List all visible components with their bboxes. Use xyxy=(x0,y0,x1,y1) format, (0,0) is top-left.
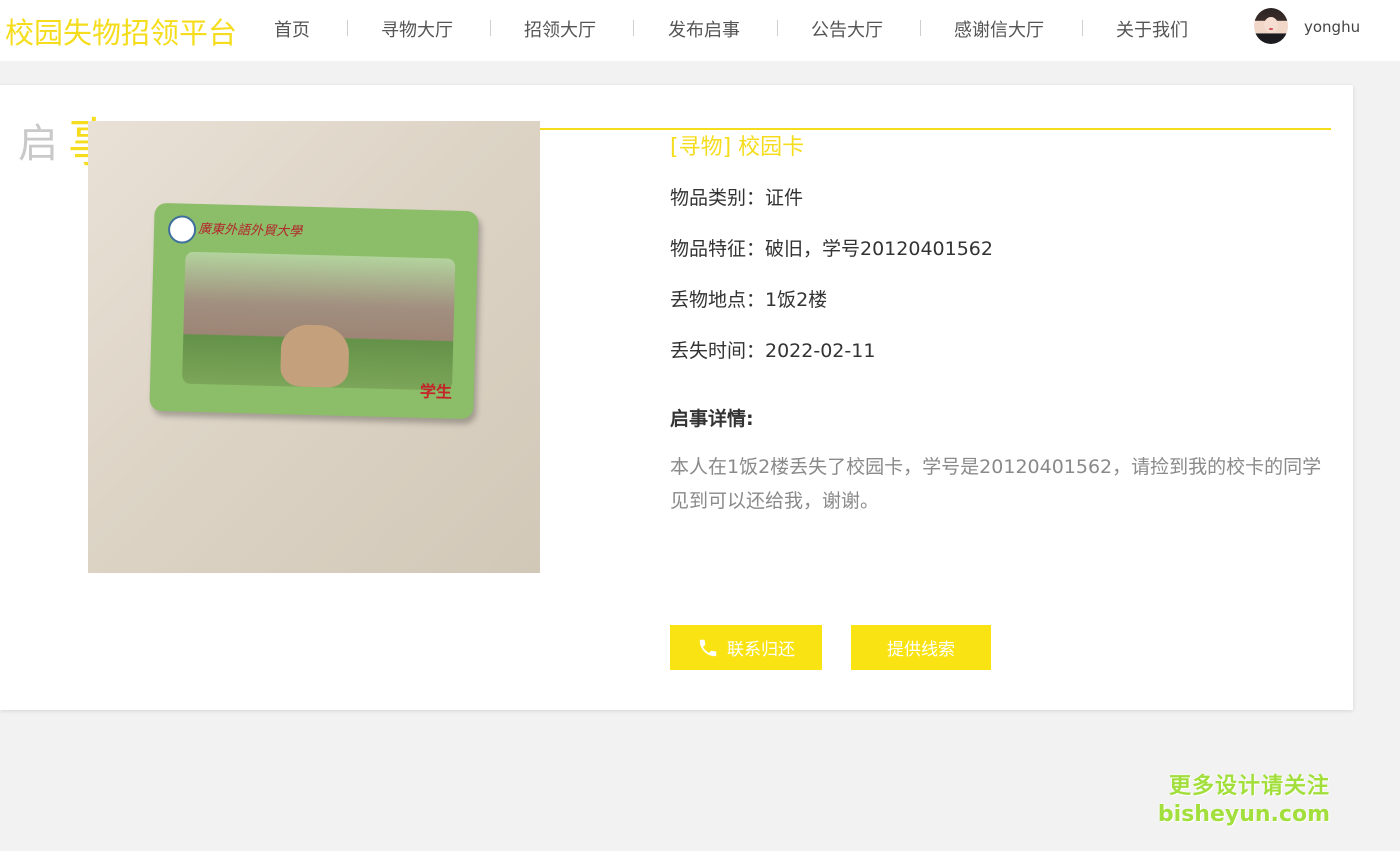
nav-found-hall[interactable]: 招领大厅 xyxy=(524,16,596,42)
nav-divider xyxy=(777,20,778,36)
detail-text: 本人在1饭2楼丢失了校园卡，学号是20120401562，请捡到我的校卡的同学见… xyxy=(670,456,1322,512)
avatar[interactable] xyxy=(1254,8,1288,44)
nav-divider xyxy=(490,20,491,36)
nav-home[interactable]: 首页 xyxy=(274,16,310,42)
campus-card-image: 廣東外語外貿大學 学生 xyxy=(149,202,479,420)
nav-divider xyxy=(920,20,921,36)
nav-lost-hall[interactable]: 寻物大厅 xyxy=(381,16,453,42)
top-navigation-bar: 校园失物招领平台 首页 寻物大厅 招领大厅 发布启事 公告大厅 感谢信大厅 关于… xyxy=(0,0,1400,61)
contact-return-label: 联系归还 xyxy=(727,640,795,659)
nav-about-us[interactable]: 关于我们 xyxy=(1116,16,1188,42)
avatar-lip xyxy=(1269,28,1273,30)
university-logo-icon xyxy=(167,215,197,244)
nav-divider xyxy=(1082,20,1083,36)
card-student-label: 学生 xyxy=(419,381,453,402)
nav-divider xyxy=(347,20,348,36)
watermark-line-1: 更多设计请关注 xyxy=(1168,774,1330,799)
username[interactable]: yonghu xyxy=(1304,18,1360,36)
watermark: 更多设计请关注 bisheyun.com xyxy=(1158,773,1330,829)
site-brand[interactable]: 校园失物招领平台 xyxy=(5,10,237,52)
item-lost-time: 丢失时间：2022-02-11 xyxy=(670,340,876,362)
item-features: 物品特征：破旧，学号20120401562 xyxy=(670,238,993,260)
provide-clue-label: 提供线索 xyxy=(887,640,955,659)
section-title-char-1: 启 xyxy=(18,121,58,167)
nav-publish-notice[interactable]: 发布启事 xyxy=(668,16,740,42)
item-location: 丢物地点：1饭2楼 xyxy=(670,289,828,311)
item-category: 物品类别：证件 xyxy=(670,187,804,209)
nav-thanks-letter-hall[interactable]: 感谢信大厅 xyxy=(954,16,1044,42)
contact-return-button[interactable]: 联系归还 xyxy=(670,625,822,670)
nav-divider xyxy=(633,20,634,36)
phone-icon xyxy=(699,639,717,656)
card-university-name: 廣東外語外貿大學 xyxy=(197,221,303,240)
watermark-line-2: bisheyun.com xyxy=(1157,802,1330,827)
detail-heading: 启事详情: xyxy=(670,408,754,430)
campus-rock xyxy=(280,324,350,388)
avatar-face xyxy=(1264,17,1278,33)
item-photo: 廣東外語外貿大學 学生 xyxy=(88,121,540,573)
nav-announcement-hall[interactable]: 公告大厅 xyxy=(811,16,883,42)
item-title: [寻物] 校园卡 xyxy=(670,135,805,160)
provide-clue-button[interactable]: 提供线索 xyxy=(851,625,991,670)
